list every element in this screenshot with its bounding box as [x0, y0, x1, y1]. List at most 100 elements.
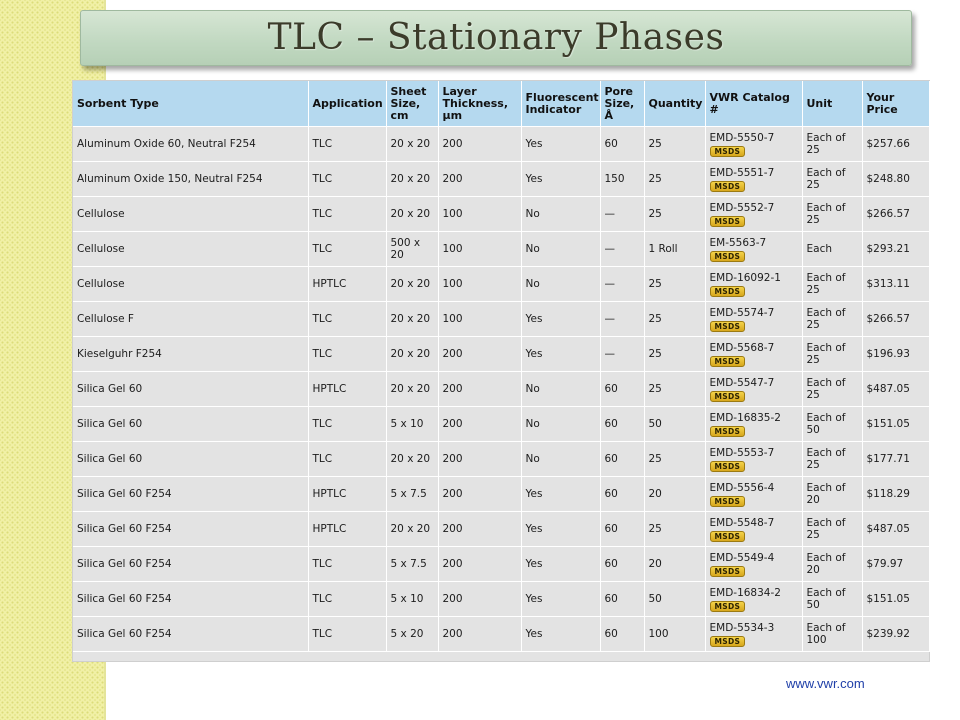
msds-button[interactable]: MSDS [709, 215, 746, 227]
table-cell: Yes [521, 511, 601, 547]
table-row: Silica Gel 60 HPTLC 20 x 20 200 No 60 25 EMD-55… [73, 371, 930, 407]
table-cell: 25 [644, 371, 706, 407]
msds-button[interactable]: MSDS [709, 600, 746, 612]
table-cell: 150 [600, 161, 645, 197]
source-url[interactable]: www.vwr.com [786, 676, 865, 691]
table-cell: 100 [644, 616, 706, 652]
catalog-number-link[interactable]: EMD-16834-2 [710, 587, 798, 599]
table-cell: Each of 25 [802, 301, 863, 337]
catalog-number-link[interactable]: EMD-5534-3 [710, 622, 798, 634]
table-cell: Silica Gel 60 [73, 371, 309, 407]
table-cell: $151.05 [862, 406, 930, 442]
catalog-number-link[interactable]: EMD-5549-4 [710, 552, 798, 564]
msds-button[interactable]: MSDS [709, 180, 746, 192]
table-cell: Each of 50 [802, 406, 863, 442]
msds-button[interactable]: MSDS [709, 145, 746, 157]
table-cell: 60 [600, 476, 645, 512]
table-cell: Cellulose [73, 196, 309, 232]
product-table: Sorbent Type Application Sheet Size, cm Lay… [73, 81, 930, 652]
catalog-number-link[interactable]: EMD-5547-7 [710, 377, 798, 389]
table-row: Kieselguhr F254 TLC 20 x 20 200 Yes —25 EMD-55… [73, 336, 930, 372]
table-cell: 20 x 20 [386, 161, 439, 197]
catalog-number-link[interactable]: EMD-5574-7 [710, 307, 798, 319]
column-header: Sheet Size, cm [386, 81, 439, 127]
table-row: Silica Gel 60 F254 TLC 5 x 10 200 Yes 60 50 EMD… [73, 581, 930, 617]
table-cell: EMD-5549-4 MSDS [705, 546, 803, 582]
table-cell: 100 [438, 196, 522, 232]
title-banner: TLC – Stationary Phases [80, 10, 912, 66]
table-cell: 200 [438, 581, 522, 617]
catalog-number-link[interactable]: EMD-5568-7 [710, 342, 798, 354]
msds-button[interactable]: MSDS [709, 250, 746, 262]
table-cell: 20 [644, 476, 706, 512]
table-cell: EM-5563-7 MSDS [705, 231, 803, 267]
msds-button[interactable]: MSDS [709, 565, 746, 577]
table-cell: $177.71 [862, 441, 930, 477]
table-cell: Cellulose [73, 231, 309, 267]
table-cell: 200 [438, 161, 522, 197]
msds-button[interactable]: MSDS [709, 460, 746, 472]
msds-button[interactable]: MSDS [709, 355, 746, 367]
table-cell: Cellulose F [73, 301, 309, 337]
column-header: Quantity [644, 81, 706, 127]
catalog-number-link[interactable]: EMD-5551-7 [710, 167, 798, 179]
catalog-number-link[interactable]: EMD-5552-7 [710, 202, 798, 214]
table-cell: EMD-5553-7 MSDS [705, 441, 803, 477]
catalog-number-link[interactable]: EMD-5553-7 [710, 447, 798, 459]
table-cell: 200 [438, 616, 522, 652]
table-cell: 200 [438, 511, 522, 547]
table-cell: — [600, 196, 645, 232]
column-header: VWR Catalog # [705, 81, 803, 127]
table-row: Cellulose TLC 20 x 20 100 No —25 EMD-5552-7 MSD… [73, 196, 930, 232]
catalog-number-link[interactable]: EMD-5556-4 [710, 482, 798, 494]
table-cell: 60 [600, 511, 645, 547]
table-row: Silica Gel 60 F254 TLC 5 x 20 200 Yes 60 100 EM… [73, 616, 930, 652]
table-cell: 100 [438, 231, 522, 267]
table-cell: 25 [644, 336, 706, 372]
table-cell: — [600, 266, 645, 302]
table-cell: EMD-5574-7 MSDS [705, 301, 803, 337]
table-cell: $313.11 [862, 266, 930, 302]
table-cell: 25 [644, 266, 706, 302]
table-cell: — [600, 301, 645, 337]
table-cell: Silica Gel 60 F254 [73, 511, 309, 547]
msds-button[interactable]: MSDS [709, 285, 746, 297]
msds-button[interactable]: MSDS [709, 635, 746, 647]
table-cell: 200 [438, 546, 522, 582]
table-cell: Each of 25 [802, 196, 863, 232]
table-cell: Silica Gel 60 F254 [73, 476, 309, 512]
table-cell: TLC [308, 336, 387, 372]
table-row: Aluminum Oxide 60, Neutral F254 TLC 20 x 2… [73, 126, 930, 162]
table-cell: No [521, 441, 601, 477]
msds-button[interactable]: MSDS [709, 495, 746, 507]
table-cell: 20 x 20 [386, 441, 439, 477]
table-cell: Each of 25 [802, 161, 863, 197]
catalog-number-link[interactable]: EM-5563-7 [710, 237, 798, 249]
column-header: Application [308, 81, 387, 127]
table-cell: EMD-5548-7 MSDS [705, 511, 803, 547]
table-cell: Each of 25 [802, 336, 863, 372]
msds-button[interactable]: MSDS [709, 320, 746, 332]
column-header: Your Price [862, 81, 930, 127]
table-cell: Silica Gel 60 [73, 406, 309, 442]
table-cell: EMD-5550-7 MSDS [705, 126, 803, 162]
catalog-number-link[interactable]: EMD-16092-1 [710, 272, 798, 284]
table-cell: 25 [644, 126, 706, 162]
catalog-number-link[interactable]: EMD-16835-2 [710, 412, 798, 424]
page-title: TLC – Stationary Phases [267, 17, 725, 58]
catalog-number-link[interactable]: EMD-5548-7 [710, 517, 798, 529]
msds-button[interactable]: MSDS [709, 390, 746, 402]
table-cell: 25 [644, 441, 706, 477]
table-cell: 20 x 20 [386, 301, 439, 337]
table-cell: TLC [308, 406, 387, 442]
table-row: Silica Gel 60 F254 TLC 5 x 7.5 200 Yes 60 20 EM… [73, 546, 930, 582]
table-cell: Each of 20 [802, 546, 863, 582]
table-cell: Each of 25 [802, 126, 863, 162]
table-cell: $239.92 [862, 616, 930, 652]
msds-button[interactable]: MSDS [709, 530, 746, 542]
catalog-number-link[interactable]: EMD-5550-7 [710, 132, 798, 144]
table-cell: HPTLC [308, 266, 387, 302]
msds-button[interactable]: MSDS [709, 425, 746, 437]
table-cell: TLC [308, 441, 387, 477]
table-cell: 5 x 7.5 [386, 546, 439, 582]
